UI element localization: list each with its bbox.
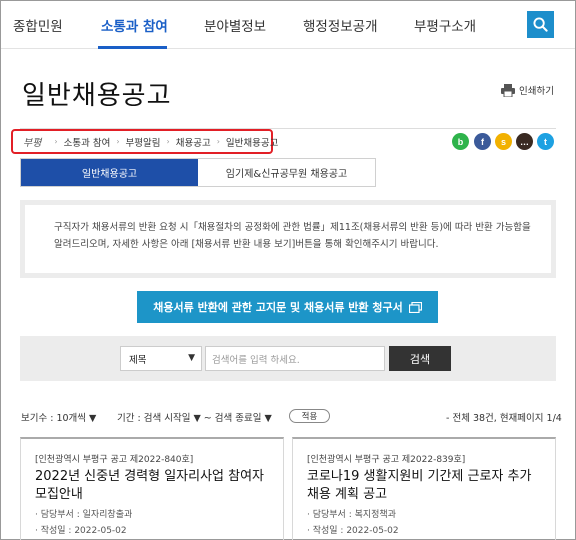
breadcrumb-item-communication[interactable]: 소통과 참여 (64, 135, 111, 149)
recruit-card[interactable]: [인천광역시 부평구 공고 제2022-840호] 2022년 신중년 경력형 … (20, 437, 284, 540)
global-nav: 종합민원 소통과 참여 분야별정보 행정정보공개 부평구소개 (1, 1, 575, 49)
view-count-select[interactable]: 보기수 : 10개씩 ▼ (21, 410, 96, 424)
print-label: 인쇄하기 (519, 86, 554, 97)
gnb-item-admin-info[interactable]: 행정정보공개 (303, 15, 378, 35)
card-date: · 작성일 : 2022-05-02 (35, 526, 127, 536)
page-title: 일반채용공고 (22, 81, 172, 111)
card-announcement-no: [인천광역시 부평구 공고 제2022-840호] (35, 455, 194, 465)
tab-term-official-recruit[interactable]: 임기제&신규공무원 채용공고 (198, 159, 375, 186)
gnb-item-field-info[interactable]: 분야별정보 (204, 15, 266, 35)
search-field-value: 제목 (129, 354, 147, 366)
talk-share-icon[interactable]: … (516, 133, 533, 150)
new-window-icon (408, 301, 422, 313)
gnb-item-civil[interactable]: 종합민원 (13, 15, 63, 35)
card-department: · 담당부서 : 일자리창출과 (35, 510, 133, 520)
twitter-share-icon[interactable]: t (537, 133, 554, 150)
period-select[interactable]: 기간 : 검색 시작일 ▼ ~ 검색 종료일 ▼ (117, 410, 272, 424)
card-department: · 담당부서 : 복지정책과 (307, 510, 396, 520)
gnb-active-indicator (98, 46, 167, 49)
document-return-label: 채용서류 반환에 관한 고지문 및 채용서류 반환 청구서 (153, 301, 403, 314)
recruit-tabs: 일반채용공고 임기제&신규공무원 채용공고 (20, 158, 376, 187)
chevron-right-icon: › (166, 137, 170, 146)
search-toggle-button[interactable] (527, 11, 554, 38)
card-date: · 작성일 : 2022-05-02 (307, 526, 399, 536)
breadcrumb: 부평 › 소통과 참여 › 부평알림 › 채용공고 › 일반채용공고 (11, 129, 278, 154)
caret-down-icon: ▼ (188, 353, 195, 363)
notice-line-2: 알려드리오며, 자세한 사항은 아래 [채용서류 반환 내용 보기]버튼을 통해… (54, 239, 439, 250)
result-count: - 전체 38건, 현재페이지 1/4 (446, 413, 562, 424)
breadcrumb-item-general-recruit[interactable]: 일반채용공고 (226, 135, 278, 149)
recruit-card[interactable]: [인천광역시 부평구 공고 제2022-839호] 코로나19 생활지원비 기간… (292, 437, 556, 540)
gnb-item-bupyeong-intro[interactable]: 부평구소개 (414, 15, 476, 35)
print-button[interactable]: 인쇄하기 (501, 83, 554, 97)
chevron-right-icon: › (116, 137, 120, 146)
tab-general-recruit[interactable]: 일반채용공고 (21, 159, 198, 186)
search-field-select[interactable]: 제목 ▼ (120, 346, 202, 371)
breadcrumb-item-recruit[interactable]: 채용공고 (176, 135, 211, 149)
document-return-button[interactable]: 채용서류 반환에 관한 고지문 및 채용서류 반환 청구서 (137, 291, 438, 323)
search-input[interactable]: 검색어를 입력 하세요. (205, 346, 385, 371)
card-title[interactable]: 2022년 신중년 경력형 일자리사업 참여자 모집안내 (35, 468, 275, 504)
return-notice-box: 구직자가 채용서류의 반환 요청 시「채용절차의 공정화에 관한 법률」제11조… (20, 200, 556, 278)
kakaostory-share-icon[interactable]: s (495, 133, 512, 150)
card-announcement-no: [인천광역시 부평구 공고 제2022-839호] (307, 455, 466, 465)
chevron-right-icon: › (54, 137, 58, 146)
breadcrumb-item-notice[interactable]: 부평알림 (126, 135, 161, 149)
notice-line-1: 구직자가 채용서류의 반환 요청 시「채용절차의 공정화에 관한 법률」제11조… (54, 222, 531, 233)
chevron-right-icon: › (216, 137, 220, 146)
search-icon (533, 17, 548, 32)
card-title[interactable]: 코로나19 생활지원비 기간제 근로자 추가 채용 계획 공고 (307, 468, 547, 504)
facebook-share-icon[interactable]: f (474, 133, 491, 150)
gnb-item-communication[interactable]: 소통과 참여 (101, 15, 168, 35)
blog-share-icon[interactable]: b (452, 133, 469, 150)
apply-filter-button[interactable]: 적용 (289, 409, 330, 423)
bupyeong-logo[interactable]: 부평 (23, 134, 41, 149)
search-submit-button[interactable]: 검색 (389, 346, 451, 371)
printer-icon (501, 83, 515, 97)
